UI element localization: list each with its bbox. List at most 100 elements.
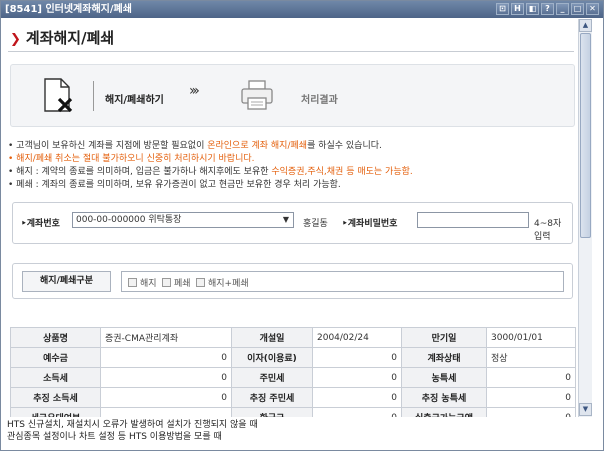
notice-text: • 고객님이 보유하신 계좌를 지점에 방문할 필요없이 bbox=[8, 141, 208, 151]
table-header-cell: 농특세 bbox=[401, 367, 487, 388]
dropdown-arrow-icon[interactable]: ▼ bbox=[283, 213, 289, 227]
table-value-cell: 0 bbox=[100, 387, 232, 408]
table-header-cell: 소득세 bbox=[10, 367, 101, 388]
title-bar: [8541] 인터넷계좌해지/폐쇄 ⊡ H ◧ ? _ □ ✕ bbox=[1, 1, 603, 18]
option-terminate[interactable]: 해지 bbox=[128, 276, 157, 289]
minimize-button[interactable]: _ bbox=[556, 3, 569, 15]
notice-text: • 해지 : 계약의 종료를 의미하며, 입금은 불가하나 해지후에도 보유한 bbox=[8, 167, 272, 177]
vertical-scrollbar[interactable]: ▲ ▼ bbox=[578, 19, 592, 417]
account-label: ‣계좌번호 bbox=[21, 216, 60, 229]
table-value-cell: 0 bbox=[312, 367, 402, 388]
table-row: 소득세 0 주민세 0 농특세 0 bbox=[10, 367, 576, 388]
scrollbar-thumb[interactable] bbox=[580, 33, 591, 238]
scroll-up-icon[interactable]: ▲ bbox=[579, 19, 592, 32]
table-header-cell: 계좌상태 bbox=[401, 347, 487, 368]
table-value-cell: 0 bbox=[486, 407, 576, 417]
maximize-button[interactable]: □ bbox=[571, 3, 584, 15]
info-table-body: 상품명 증권-CMA관리계좌 개설일 2004/02/24 만기일 3000/01/01 예… bbox=[10, 327, 576, 417]
account-info-table: 상품명 증권-CMA관리계좌 개설일 2004/02/24 만기일 3000/01/01 예… bbox=[10, 327, 576, 417]
window-controls: ⊡ H ◧ ? _ □ ✕ bbox=[496, 3, 599, 16]
option-close-label: 폐쇄 bbox=[174, 279, 191, 289]
password-hint: 4~8자 입력 bbox=[534, 219, 562, 242]
step-close-label: 해지/폐쇄하기 bbox=[105, 95, 164, 106]
notice-line: • 해지 : 계약의 종료를 의미하며, 입금은 불가하나 해지후에도 보유한 … bbox=[8, 166, 574, 179]
notice-text: 를 하실수 있습니다. bbox=[307, 141, 382, 151]
table-header-cell: 추징 소득세 bbox=[10, 387, 101, 408]
link-icon[interactable]: ⊡ bbox=[496, 3, 509, 15]
table-value-cell: 3000/01/01 bbox=[486, 327, 576, 348]
layout-icon[interactable]: ◧ bbox=[526, 3, 539, 15]
table-value-cell: 0 bbox=[486, 387, 576, 408]
page-title-text: 계좌해지/폐쇄 bbox=[25, 29, 115, 47]
notice-warning: • 해지/폐쇄 취소는 절대 불가하오니 신중히 처리하시기 바랍니다. bbox=[8, 154, 255, 164]
account-panel: ‣계좌번호 000-00-000000 위탁통장 ▼ 홍길동 ‣계좌비밀번호 4~… bbox=[12, 202, 573, 244]
account-select[interactable]: 000-00-000000 위탁통장 ▼ bbox=[72, 212, 294, 228]
hts-icon[interactable]: H bbox=[511, 3, 524, 15]
table-value-cell: 증권-CMA관리계좌 bbox=[100, 327, 232, 348]
table-header-cell: 추징 주민세 bbox=[231, 387, 313, 408]
table-header-cell: 세금우대여부 bbox=[10, 407, 101, 417]
notice-highlight: 수익증권,주식,채권 등 매도는 가능함. bbox=[271, 167, 413, 177]
close-button[interactable]: ✕ bbox=[586, 3, 599, 15]
document-delete-icon bbox=[44, 78, 73, 113]
app-window: [8541] 인터넷계좌해지/폐쇄 ⊡ H ◧ ? _ □ ✕ ❯ 계좌해지/폐쇄… bbox=[0, 0, 604, 451]
password-label-text: 계좌비밀번호 bbox=[347, 219, 398, 229]
chevron-right-icon: ❯ bbox=[10, 32, 21, 47]
title-divider bbox=[8, 51, 574, 52]
close-type-options: 해지 폐쇄 해지+폐쇄 bbox=[121, 271, 564, 292]
table-header-cell: 추징 농특세 bbox=[401, 387, 487, 408]
scroll-down-icon[interactable]: ▼ bbox=[579, 403, 592, 416]
table-header-cell: 개설일 bbox=[231, 327, 313, 348]
main-content: ❯ 계좌해지/폐쇄 해지/폐쇄하기 ››› 처리결과 • 고객님이 보유하신 계좌… bbox=[4, 19, 578, 417]
table-row: 세금우대여부환급금0실출금가능금액0 bbox=[10, 407, 576, 417]
help-icon[interactable]: ? bbox=[541, 3, 554, 15]
step-divider bbox=[93, 81, 94, 111]
table-value-cell: 0 bbox=[312, 407, 402, 417]
account-holder-name: 홍길동 bbox=[303, 219, 328, 229]
step-result-label: 처리결과 bbox=[301, 95, 338, 106]
checkbox-both[interactable] bbox=[196, 278, 205, 287]
option-close[interactable]: 폐쇄 bbox=[162, 276, 191, 289]
account-label-text: 계좌번호 bbox=[26, 219, 60, 229]
notice-line: • 폐쇄 : 계좌의 종료를 의미하며, 보유 유가증권이 없고 현금만 보유한… bbox=[8, 180, 341, 190]
table-value-cell: 0 bbox=[312, 347, 402, 368]
notice-line: • 고객님이 보유하신 계좌를 지점에 방문할 필요없이 온라인으로 계좌 해지… bbox=[8, 140, 574, 153]
help-line: 관심종목 설정이나 차트 설정 등 HTS 이용방법을 모를 때 bbox=[7, 432, 222, 442]
table-header-cell: 이자(이용료) bbox=[231, 347, 313, 368]
checkbox-terminate[interactable] bbox=[128, 278, 137, 287]
table-value-cell: 0 bbox=[312, 387, 402, 408]
account-select-value: 000-00-000000 위탁통장 bbox=[76, 215, 182, 225]
notice-list: • 고객님이 보유하신 계좌를 지점에 방문할 필요없이 온라인으로 계좌 해지… bbox=[8, 140, 574, 192]
close-type-label: 해지/폐쇄구분 bbox=[22, 271, 111, 292]
password-label: ‣계좌비밀번호 bbox=[342, 216, 397, 229]
table-row: 상품명 증권-CMA관리계좌 개설일 2004/02/24 만기일 3000/01/01 bbox=[10, 327, 576, 348]
help-line: HTS 신규설치, 재설치시 오류가 발생하여 설치가 진행되지 않을 때 bbox=[7, 420, 258, 430]
printer-icon bbox=[241, 80, 273, 110]
step-arrow-icon: ››› bbox=[189, 83, 200, 99]
window-title: [8541] 인터넷계좌해지/폐쇄 bbox=[5, 4, 132, 15]
table-row: 추징 소득세 0 추징 주민세 0 추징 농특세 0 bbox=[10, 387, 576, 408]
table-value-cell: 0 bbox=[486, 367, 576, 388]
table-header-cell: 예수금 bbox=[10, 347, 101, 368]
table-value-cell: 정상 bbox=[486, 347, 576, 368]
table-value-cell: 0 bbox=[100, 367, 232, 388]
process-steps: 해지/폐쇄하기 ››› 처리결과 bbox=[10, 64, 575, 127]
table-value-cell: 2004/02/24 bbox=[312, 327, 402, 348]
table-header-cell: 만기일 bbox=[401, 327, 487, 348]
close-type-panel: 해지/폐쇄구분 해지 폐쇄 해지+폐쇄 bbox=[12, 263, 573, 299]
option-terminate-label: 해지 bbox=[140, 279, 157, 289]
table-header-cell: 환급금 bbox=[231, 407, 313, 417]
table-header-cell: 상품명 bbox=[10, 327, 101, 348]
table-header-cell: 주민세 bbox=[231, 367, 313, 388]
notice-highlight: 온라인으로 계좌 해지/폐쇄 bbox=[207, 141, 308, 151]
help-text: HTS 신규설치, 재설치시 오류가 발생하여 설치가 진행되지 않을 때 관심… bbox=[7, 419, 587, 443]
table-value-cell: 0 bbox=[100, 347, 232, 368]
table-header-cell: 실출금가능금액 bbox=[401, 407, 487, 417]
checkbox-close[interactable] bbox=[162, 278, 171, 287]
table-value-cell bbox=[100, 407, 232, 417]
password-input[interactable] bbox=[417, 212, 529, 228]
table-row: 예수금 0 이자(이용료) 0 계좌상태 정상 bbox=[10, 347, 576, 368]
option-both[interactable]: 해지+폐쇄 bbox=[196, 276, 249, 289]
page-title: ❯ 계좌해지/폐쇄 bbox=[10, 27, 114, 48]
option-both-label: 해지+폐쇄 bbox=[208, 279, 249, 289]
